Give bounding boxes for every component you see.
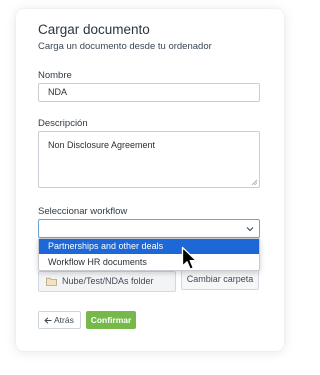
- page-title: Cargar documento: [38, 22, 150, 37]
- confirm-button[interactable]: Confirmar: [86, 311, 136, 329]
- name-field[interactable]: NDA: [38, 83, 260, 102]
- folder-path-text: Nube/Test/NDAs folder: [62, 276, 154, 286]
- description-text: Non Disclosure Agreement: [48, 140, 156, 150]
- back-button[interactable]: Atrás: [38, 311, 81, 329]
- chevron-down-icon: [246, 227, 254, 232]
- resize-handle-icon[interactable]: [251, 179, 257, 185]
- page-subtitle: Carga un documento desde tu ordenador: [38, 41, 212, 52]
- description-label: Descripción: [38, 118, 88, 129]
- upload-document-card: Cargar documento Carga un documento desd…: [16, 9, 284, 351]
- change-folder-button[interactable]: Cambiar carpeta: [181, 269, 259, 290]
- folder-icon: [46, 277, 57, 286]
- name-label: Nombre: [38, 70, 72, 81]
- workflow-select[interactable]: [38, 219, 260, 238]
- mouse-pointer-icon: [181, 246, 197, 270]
- workflow-option-partnerships[interactable]: Partnerships and other deals: [39, 239, 259, 254]
- workflow-label: Seleccionar workflow: [38, 206, 128, 217]
- folder-path-display: Nube/Test/NDAs folder: [38, 271, 176, 292]
- description-field[interactable]: Non Disclosure Agreement: [38, 131, 260, 188]
- workflow-dropdown-list: Partnerships and other deals Workflow HR…: [38, 238, 260, 271]
- workflow-option-hr[interactable]: Workflow HR documents: [39, 255, 259, 270]
- back-button-label: Atrás: [54, 315, 74, 325]
- arrow-left-icon: [44, 317, 52, 324]
